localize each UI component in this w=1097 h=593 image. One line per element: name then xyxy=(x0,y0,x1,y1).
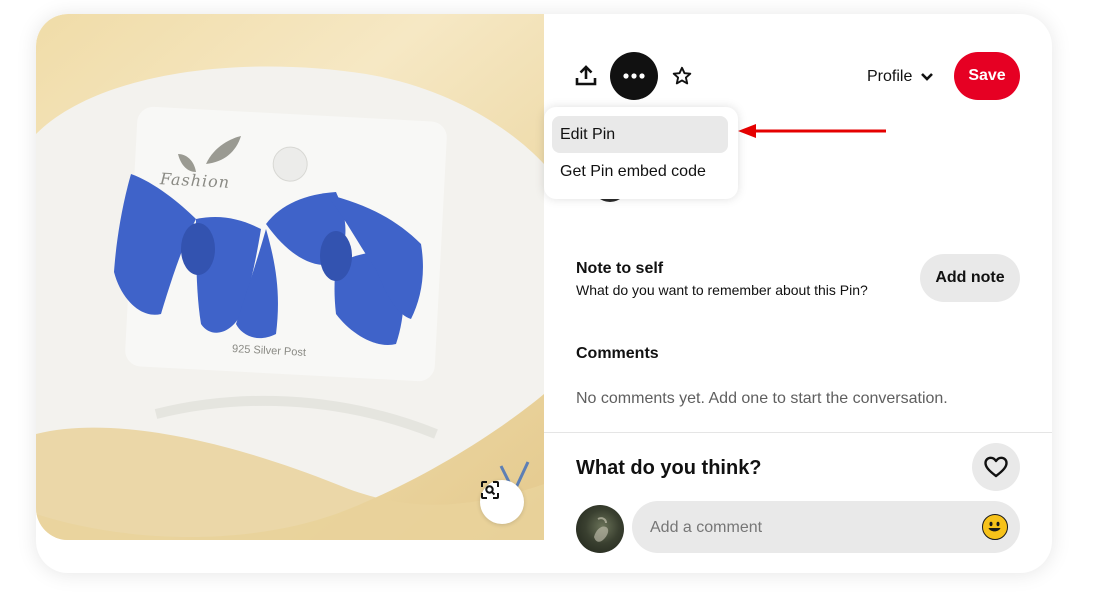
comment-input[interactable] xyxy=(648,501,972,555)
annotation-arrow-icon xyxy=(738,124,886,138)
avatar-photo xyxy=(594,517,609,542)
pin-image[interactable]: Fashion 925 Silver Post xyxy=(36,14,544,540)
note-to-self-subtitle: What do you want to remember about this … xyxy=(576,282,868,298)
favorite-button[interactable] xyxy=(658,52,706,100)
fashion-card-text: Fashion xyxy=(159,169,231,192)
profile-dropdown[interactable]: Profile xyxy=(867,66,934,88)
share-button[interactable] xyxy=(562,52,610,100)
smiley-emoji-icon xyxy=(988,521,1001,532)
profile-dropdown-label: Profile xyxy=(867,68,913,85)
visual-search-button[interactable] xyxy=(480,480,524,524)
visual-search-icon xyxy=(481,481,499,499)
star-icon xyxy=(672,66,692,85)
pin-closeup-card: Fashion 925 Silver Post Profile Save Edi… xyxy=(36,14,1052,573)
note-to-self-title: Note to self xyxy=(576,260,664,277)
save-button[interactable]: Save xyxy=(954,52,1020,100)
user-avatar[interactable] xyxy=(576,505,624,553)
chevron-down-icon xyxy=(921,73,934,81)
ellipsis-icon xyxy=(623,73,645,79)
comments-title: Comments xyxy=(576,345,659,362)
menu-item-edit-pin[interactable]: Edit Pin xyxy=(552,116,728,153)
react-button[interactable] xyxy=(972,443,1020,491)
more-options-menu: Edit Pin Get Pin embed code xyxy=(544,107,738,199)
pin-details-panel: Profile Save Edit Pin Get Pin embed code… xyxy=(544,14,1052,573)
more-options-button[interactable] xyxy=(610,52,658,100)
divider xyxy=(544,432,1052,433)
no-comments-text: No comments yet. Add one to start the co… xyxy=(576,390,948,407)
add-note-button[interactable]: Add note xyxy=(920,254,1020,302)
comment-box[interactable] xyxy=(632,501,1020,555)
menu-item-get-embed-code[interactable]: Get Pin embed code xyxy=(552,153,728,190)
comment-prompt: What do you think? xyxy=(576,457,762,479)
heart-icon xyxy=(984,456,1008,478)
pin-photo-illustration xyxy=(36,66,544,540)
share-upload-icon xyxy=(575,65,597,86)
emoji-picker-button[interactable] xyxy=(982,514,1008,540)
